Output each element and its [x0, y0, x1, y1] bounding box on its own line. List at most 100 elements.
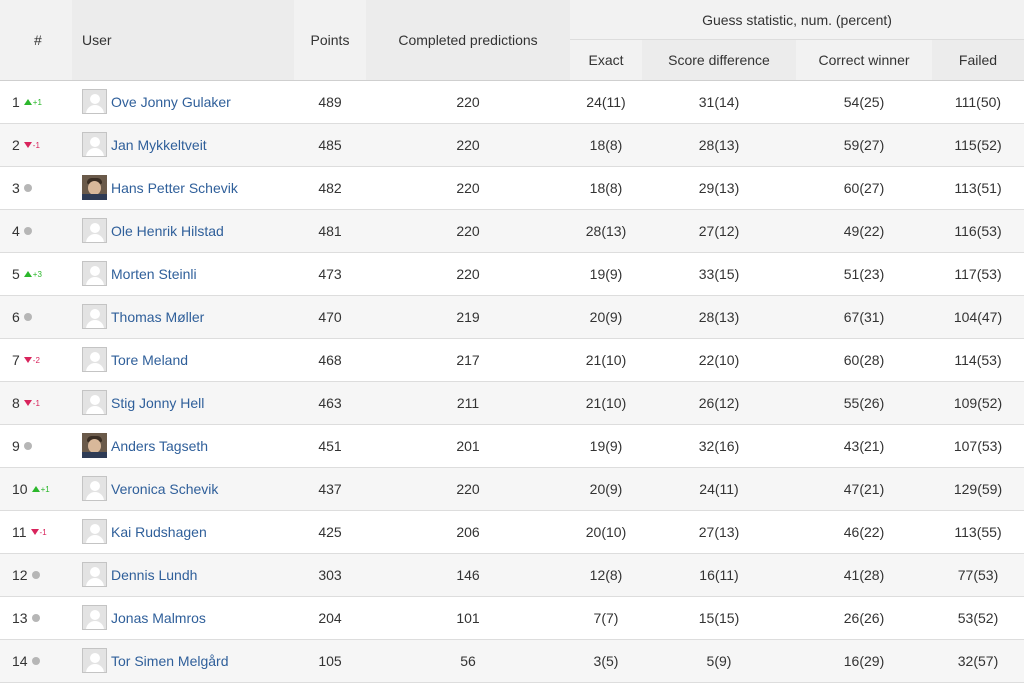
failed-cell: 114(53): [954, 352, 1002, 368]
rank-delta: +1: [32, 98, 42, 108]
user-cell: Stig Jonny Hell: [82, 382, 302, 424]
user-name-link[interactable]: Stig Jonny Hell: [111, 395, 204, 411]
table-row: 2 -1 Jan Mykkeltveit 485 220 18(8) 28(13) 59(27…: [0, 124, 1024, 167]
points-cell: 470: [318, 309, 342, 325]
user-name-link[interactable]: Veronica Schevik: [111, 481, 218, 497]
rank-delta: -1: [39, 528, 47, 538]
user-name-link[interactable]: Hans Petter Schevik: [111, 180, 238, 196]
failed-cell: 115(52): [954, 137, 1002, 153]
leaderboard-table: # User Points Completed predictions Gues…: [0, 0, 1024, 683]
rank-delta: -1: [32, 399, 40, 409]
failed-cell: 107(53): [953, 438, 1003, 454]
rank-number: 9: [12, 438, 20, 454]
generic-avatar-icon: [82, 562, 107, 588]
table-row: 1 +1 Ove Jonny Gulaker 489 220 24(11) 31(14) 54…: [0, 81, 1024, 124]
completed-predictions-cell: 220: [456, 180, 480, 196]
user-name-link[interactable]: Thomas Møller: [111, 309, 204, 325]
table-row: 9 Anders Tagseth 451 201 19(9) 32(16) 43(21) 10…: [0, 425, 1024, 468]
correct-winner-cell: 54(25): [843, 94, 885, 110]
completed-predictions-cell: 220: [456, 137, 480, 153]
user-name-link[interactable]: Tor Simen Melgård: [111, 653, 229, 669]
table-row: 4 Ole Henrik Hilstad 481 220 28(13) 27(12) 49(…: [0, 210, 1024, 253]
user-name-link[interactable]: Ole Henrik Hilstad: [111, 223, 224, 239]
rank-number: 13: [12, 610, 28, 626]
generic-avatar-icon: [82, 605, 107, 631]
exact-cell: 7(7): [593, 610, 619, 626]
points-cell: 105: [318, 653, 342, 669]
rank-cell: 6: [12, 296, 72, 338]
generic-avatar-icon: [82, 132, 107, 158]
correct-winner-cell: 46(22): [843, 524, 885, 540]
exact-cell: 28(13): [585, 223, 627, 239]
rank-number: 1: [12, 94, 20, 110]
score-difference-cell: 32(16): [698, 438, 740, 454]
user-cell: Anders Tagseth: [82, 425, 302, 467]
exact-cell: 20(9): [589, 309, 623, 325]
points-cell: 463: [318, 395, 342, 411]
points-cell: 303: [318, 567, 342, 583]
user-cell: Dennis Lundh: [82, 554, 302, 596]
completed-predictions-cell: 219: [456, 309, 480, 325]
rank-cell: 7 -2: [12, 339, 72, 381]
completed-predictions-cell: 201: [456, 438, 480, 454]
header-completed-predictions: Completed predictions: [366, 0, 570, 80]
header-exact: Exact: [570, 40, 642, 80]
user-cell: Morten Steinli: [82, 253, 302, 295]
failed-cell: 109(52): [953, 395, 1003, 411]
correct-winner-cell: 47(21): [843, 481, 885, 497]
exact-cell: 20(9): [589, 481, 623, 497]
table-row: 6 Thomas Møller 470 219 20(9) 28(13) 67(31) 104…: [0, 296, 1024, 339]
correct-winner-cell: 51(23): [843, 266, 885, 282]
header-user: User: [72, 0, 294, 80]
failed-cell: 53(52): [957, 610, 999, 626]
score-difference-cell: 29(13): [698, 180, 740, 196]
rank-number: 11: [12, 524, 27, 540]
rank-unchanged-icon: [31, 657, 40, 666]
header-guess-statistic: Guess statistic, num. (percent): [570, 0, 1024, 40]
user-name-link[interactable]: Tore Meland: [111, 352, 188, 368]
completed-predictions-cell: 220: [456, 223, 480, 239]
user-name-link[interactable]: Jan Mykkeltveit: [111, 137, 207, 153]
exact-cell: 18(8): [589, 180, 623, 196]
user-name-link[interactable]: Anders Tagseth: [111, 438, 208, 454]
rank-down-icon: [23, 142, 32, 149]
user-name-link[interactable]: Ove Jonny Gulaker: [111, 94, 231, 110]
rank-number: 6: [12, 309, 20, 325]
user-cell: Jonas Malmros: [82, 597, 302, 639]
failed-cell: 32(57): [957, 653, 999, 669]
correct-winner-cell: 67(31): [843, 309, 885, 325]
rank-up-icon: [31, 486, 40, 493]
generic-avatar-icon: [82, 347, 107, 373]
score-difference-cell: 26(12): [698, 395, 740, 411]
table-row: 11 -1 Kai Rudshagen 425 206 20(10) 27(13) 46(22…: [0, 511, 1024, 554]
generic-avatar-icon: [82, 89, 107, 115]
rank-cell: 8 -1: [12, 382, 72, 424]
header-score-difference: Score difference: [642, 40, 796, 80]
completed-predictions-cell: 101: [456, 610, 480, 626]
table-row: 3 Hans Petter Schevik 482 220 18(8) 29(13) 60(…: [0, 167, 1024, 210]
header-failed: Failed: [932, 40, 1024, 80]
score-difference-cell: 27(12): [698, 223, 740, 239]
rank-number: 14: [12, 653, 28, 669]
rank-down-icon: [30, 529, 39, 536]
correct-winner-cell: 59(27): [843, 137, 885, 153]
user-cell: Thomas Møller: [82, 296, 302, 338]
header-rank: #: [0, 0, 72, 80]
failed-cell: 113(55): [954, 524, 1002, 540]
user-name-link[interactable]: Jonas Malmros: [111, 610, 206, 626]
user-name-link[interactable]: Dennis Lundh: [111, 567, 197, 583]
user-name-link[interactable]: Morten Steinli: [111, 266, 197, 282]
user-name-link[interactable]: Kai Rudshagen: [111, 524, 207, 540]
points-cell: 473: [318, 266, 342, 282]
table-row: 12 Dennis Lundh 303 146 12(8) 16(11) 41(28) 77(…: [0, 554, 1024, 597]
user-cell: Ole Henrik Hilstad: [82, 210, 302, 252]
completed-predictions-cell: 146: [456, 567, 480, 583]
correct-winner-cell: 41(28): [843, 567, 885, 583]
generic-avatar-icon: [82, 519, 107, 545]
rank-down-icon: [23, 400, 32, 407]
completed-predictions-cell: 56: [460, 653, 476, 669]
score-difference-cell: 22(10): [698, 352, 740, 368]
points-cell: 451: [318, 438, 342, 454]
table-row: 14 Tor Simen Melgård 105 56 3(5) 5(9) 16(29) 32…: [0, 640, 1024, 683]
rank-number: 2: [12, 137, 20, 153]
